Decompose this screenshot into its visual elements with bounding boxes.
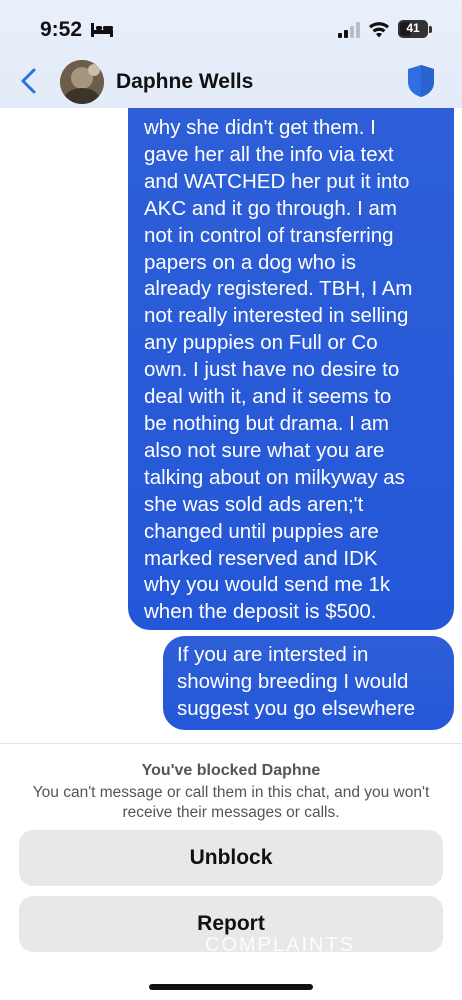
home-indicator[interactable] bbox=[149, 984, 313, 990]
avatar[interactable] bbox=[60, 60, 104, 104]
message-line: talking about on milkyway as bbox=[144, 465, 405, 489]
message-line: suggest you go elsewhere bbox=[177, 696, 416, 720]
bed-icon bbox=[91, 23, 113, 37]
avatar-photo-icon bbox=[60, 60, 104, 104]
message-line: be nothing but drama. I am bbox=[144, 411, 390, 435]
back-chevron-icon[interactable] bbox=[18, 68, 40, 94]
status-bar: 9:52 41 bbox=[0, 0, 462, 58]
chat-header: 9:52 41 Daphne Wells bbox=[0, 0, 462, 108]
battery-percent: 41 bbox=[406, 21, 420, 35]
message-line: not in control of transferring bbox=[144, 223, 394, 247]
divider bbox=[0, 743, 462, 744]
message-bubble[interactable]: If you are intersted in showing breeding… bbox=[163, 636, 454, 730]
contact-name[interactable]: Daphne Wells bbox=[116, 70, 253, 94]
message-line: If you are intersted in bbox=[177, 643, 369, 666]
message-line: any puppies on Full or Co bbox=[144, 331, 378, 355]
message-line: and WATCHED her put it into bbox=[144, 169, 410, 193]
message-line: papers on a dog who is bbox=[144, 250, 356, 274]
message-line: why she didn't get them. I bbox=[144, 116, 376, 139]
message-bubble[interactable]: why she didn't get them. I gave her all … bbox=[128, 86, 454, 630]
signal-icon bbox=[338, 22, 360, 38]
blocked-description: You can't message or call them in this c… bbox=[32, 784, 430, 821]
message-line: changed until puppies are bbox=[144, 519, 379, 543]
status-time: 9:52 bbox=[40, 18, 83, 41]
message-line: why you would send me 1k bbox=[144, 573, 391, 597]
message-line: own. I just have no desire to bbox=[144, 358, 400, 382]
watermark: COMPLAINTS bbox=[205, 934, 356, 956]
unblock-button[interactable]: Unblock bbox=[19, 830, 443, 886]
battery-cap bbox=[429, 26, 432, 33]
shield-icon[interactable] bbox=[406, 64, 436, 98]
nav-bar: Daphne Wells bbox=[0, 58, 462, 108]
message-line: showing breeding I would bbox=[177, 669, 409, 693]
message-line: also not sure what you are bbox=[144, 438, 385, 462]
battery-icon: 41 bbox=[398, 20, 428, 38]
message-line: gave her all the info via text bbox=[144, 142, 394, 166]
message-line: already registered. TBH, I Am bbox=[144, 277, 413, 301]
blocked-title: You've blocked Daphne bbox=[141, 762, 321, 779]
wifi-icon bbox=[369, 22, 389, 38]
message-line: when the deposit is $500. bbox=[144, 600, 377, 624]
message-line: deal with it, and it seems to bbox=[144, 385, 392, 409]
message-line: not really interested in selling bbox=[144, 304, 409, 328]
message-line: she was sold ads aren;'t bbox=[144, 492, 364, 516]
message-line: AKC and it go through. I am bbox=[144, 196, 397, 220]
message-line: marked reserved and IDK bbox=[144, 546, 378, 570]
chat-screen: why she didn't get them. I gave her all … bbox=[0, 0, 462, 1000]
